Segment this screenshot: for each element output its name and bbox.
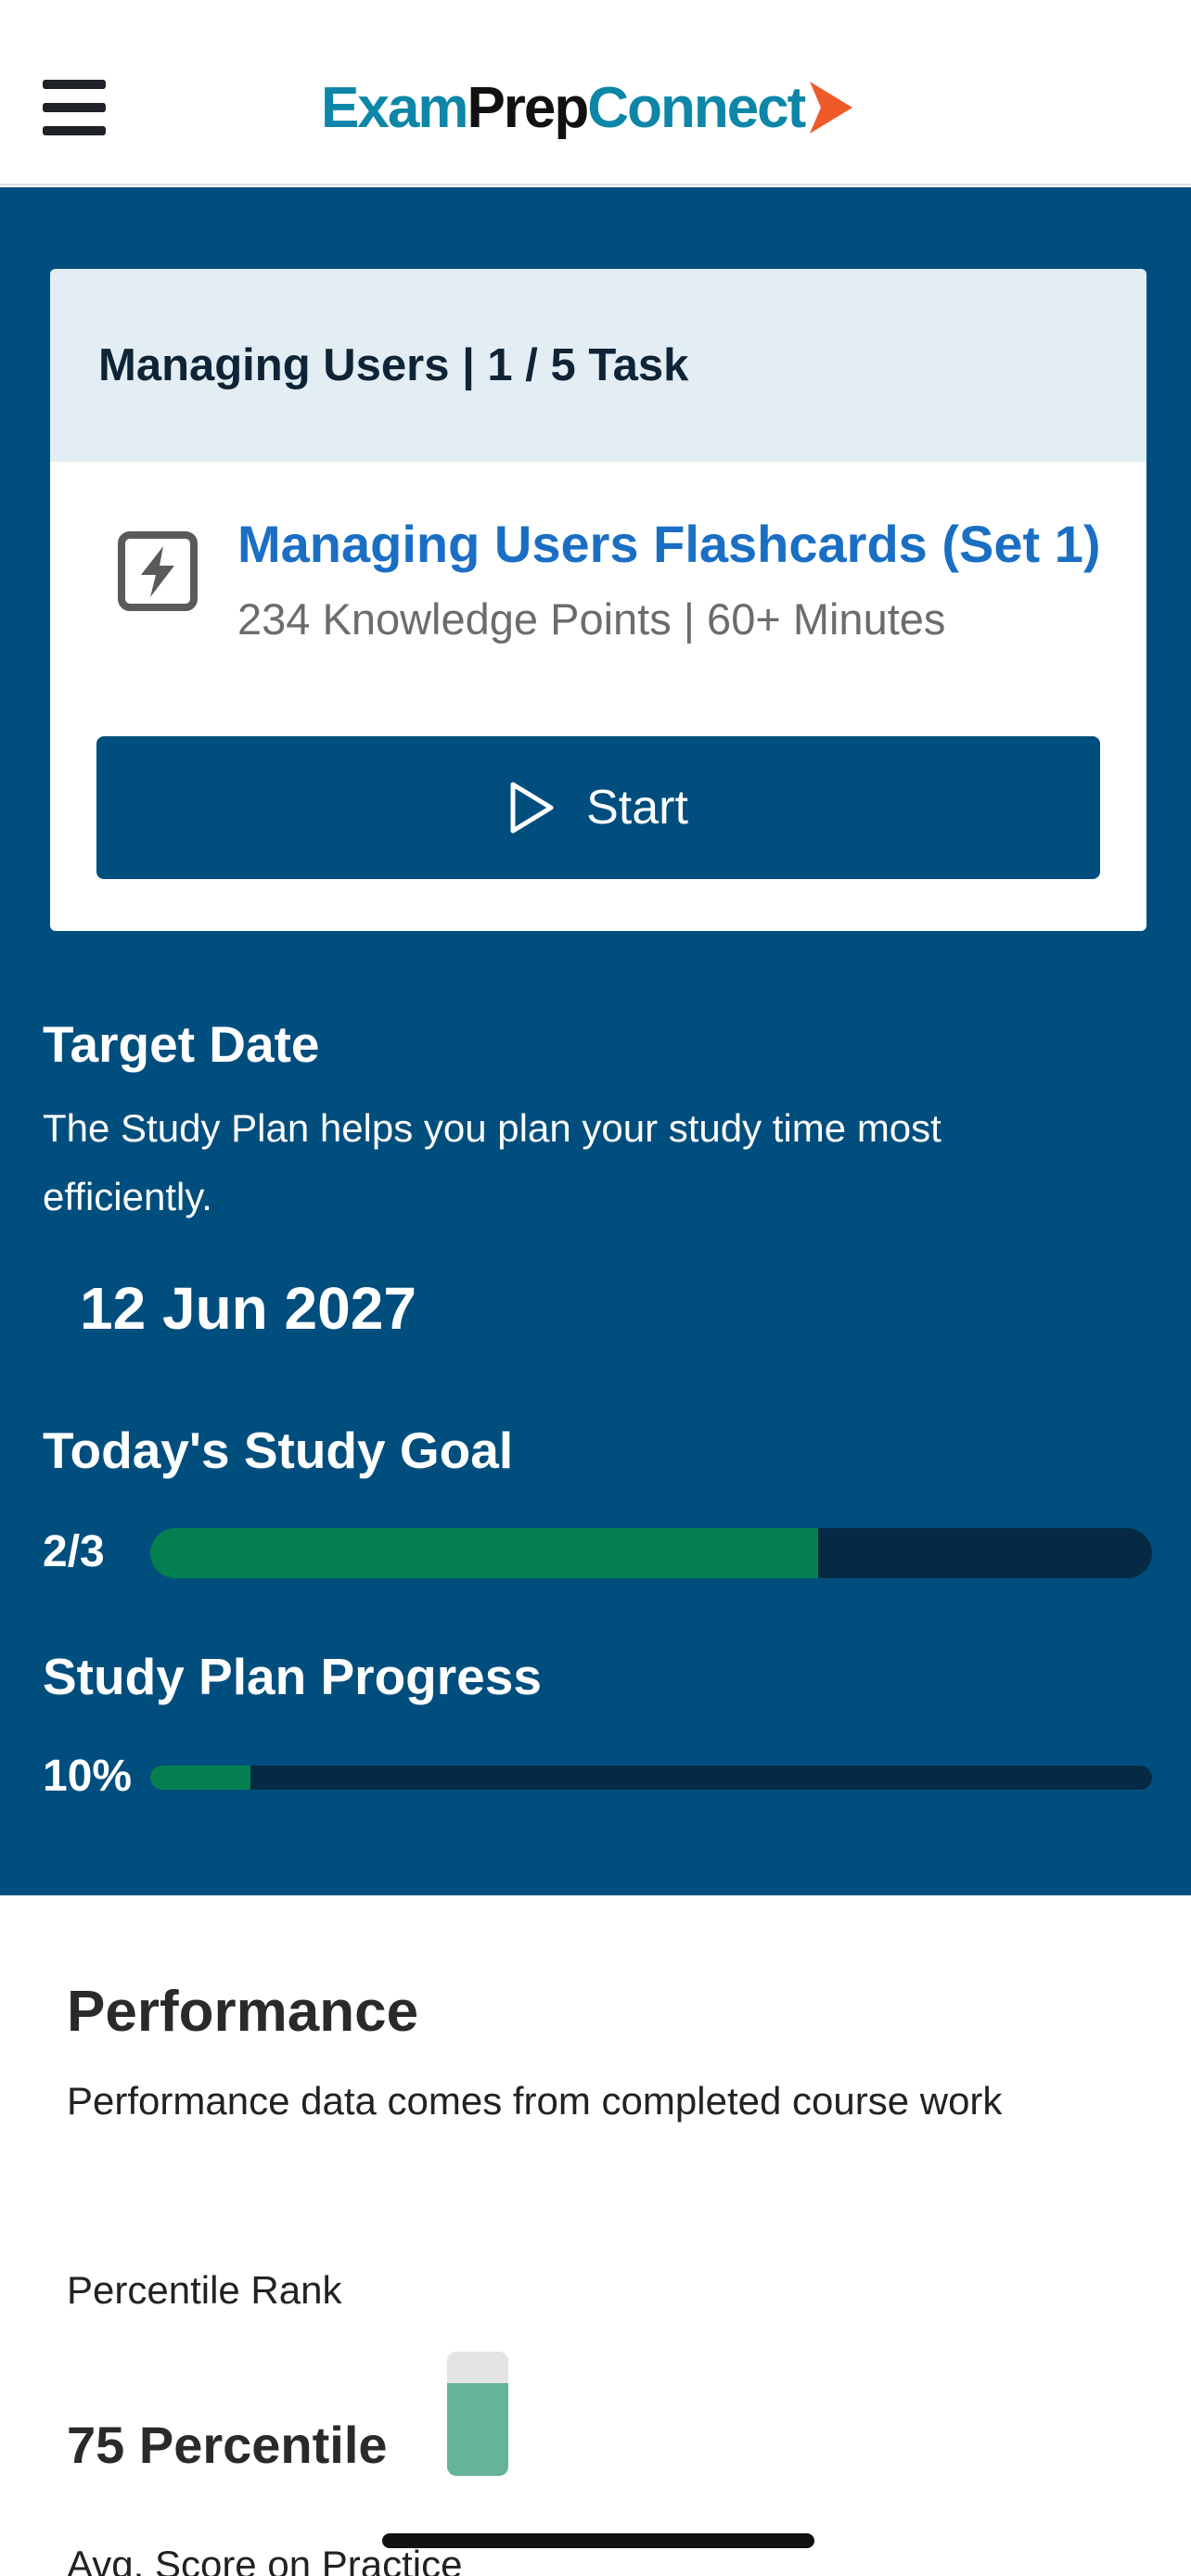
home-indicator[interactable]	[382, 2533, 814, 2548]
app-logo[interactable]: Exam Prep Connect	[321, 70, 853, 145]
plan-progress-percent: 10%	[43, 1752, 133, 1801]
performance-title: Performance	[67, 1980, 419, 2044]
flashcard-set-meta: 234 Knowledge Points | 60+ Minutes	[237, 594, 946, 644]
target-date-value[interactable]: 12 Jun 2027	[80, 1274, 416, 1343]
study-goal-progress-bar	[150, 1528, 1152, 1578]
menu-icon[interactable]	[43, 80, 106, 135]
logo-arrow-icon	[810, 82, 853, 134]
performance-subtitle: Performance data comes from completed co…	[67, 2079, 1003, 2123]
task-header-text: Managing Users | 1 / 5 Task	[98, 340, 689, 390]
task-card-header: Managing Users | 1 / 5 Task	[50, 269, 1146, 462]
study-goal-progress-fill	[150, 1528, 819, 1578]
task-card: Managing Users | 1 / 5 Task Managing Use…	[50, 269, 1146, 931]
percentile-rank-value: 75 Percentile	[67, 2416, 388, 2474]
start-button[interactable]: Start	[96, 736, 1100, 879]
start-button-label: Start	[586, 781, 688, 835]
app-screen: Exam Prep Connect Managing Users | 1 / 5 T…	[0, 0, 1191, 2576]
logo-text-prep: Prep	[467, 75, 589, 140]
percentile-gauge	[447, 2352, 508, 2476]
flashcard-bolt-icon	[118, 531, 198, 611]
task-card-body: Managing Users Flashcards (Set 1) 234 Kn…	[50, 462, 1146, 931]
logo-text-exam: Exam	[321, 75, 468, 140]
play-icon	[510, 782, 554, 834]
plan-progress-title: Study Plan Progress	[43, 1648, 542, 1705]
percentile-gauge-fill	[447, 2382, 508, 2476]
study-plan-section: Managing Users | 1 / 5 Task Managing Use…	[0, 187, 1191, 1895]
study-goal-count: 2/3	[43, 1527, 105, 1576]
flashcard-set-link[interactable]: Managing Users Flashcards (Set 1)	[237, 514, 1101, 574]
study-goal-title: Today's Study Goal	[43, 1422, 514, 1479]
plan-progress-fill	[150, 1766, 250, 1790]
target-date-description: The Study Plan helps you plan your study…	[43, 1106, 941, 1218]
logo-text-connect: Connect	[587, 75, 806, 140]
percentile-rank-label: Percentile Rank	[67, 2268, 342, 2312]
target-date-title: Target Date	[43, 1015, 320, 1073]
plan-progress-bar	[150, 1766, 1152, 1790]
top-bar: Exam Prep Connect	[0, 0, 1191, 185]
